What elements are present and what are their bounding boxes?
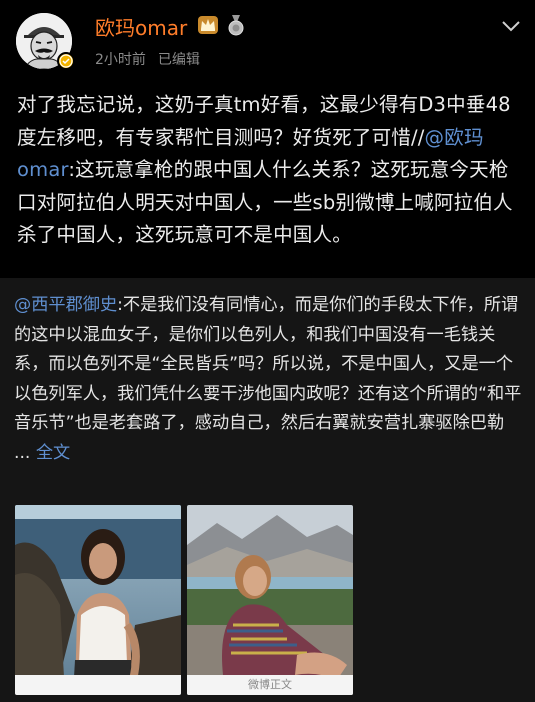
retweet-body: @西平郡御史:不是我们没有同情心，而是你们的手段太下作，所谓的这中以混血女子，是… <box>14 291 524 468</box>
image-1-caption-bar <box>15 675 181 695</box>
edited-label: 已编辑 <box>157 52 200 68</box>
author-name[interactable]: 欧玛omar <box>95 12 187 41</box>
image-2-caption: 微博正文 <box>187 675 353 695</box>
retweet-author-link[interactable]: @西平郡御史 <box>14 295 117 315</box>
medal-badge-icon[interactable] <box>226 14 246 36</box>
retweet-card[interactable]: @西平郡御史:不是我们没有同情心，而是你们的手段太下作，所谓的这中以混血女子，是… <box>0 278 535 702</box>
post-header: 欧玛omar 2小时前 已编辑 <box>0 0 535 82</box>
photo-woman-seaside <box>15 505 181 695</box>
retweet-image-1[interactable] <box>15 505 181 695</box>
full-text-link[interactable]: 全文 <box>36 443 70 463</box>
post-time: 2小时前 <box>95 52 146 68</box>
retweet-image-2[interactable]: 微博正文 <box>187 505 353 695</box>
crown-badge-icon[interactable] <box>197 15 219 35</box>
retweet-text: :不是我们没有同情心，而是你们的手段太下作，所谓的这中以混血女子，是你们以色列人… <box>14 295 522 463</box>
verified-badge-icon <box>57 52 75 70</box>
post-text-part-2: :这玩意拿枪的跟中国人什么关系？这死玩意今天枪口对阿拉伯人明天对中国人，一些sb… <box>17 158 513 247</box>
post-body: 对了我忘记说，这奶子真tm好看，这最少得有D3中垂48度左移吧，有专家帮忙目测吗… <box>17 89 522 252</box>
photo-woman-mountains <box>187 505 353 695</box>
post-meta: 2小时前 已编辑 <box>95 49 200 69</box>
chevron-down-icon[interactable] <box>501 18 521 32</box>
